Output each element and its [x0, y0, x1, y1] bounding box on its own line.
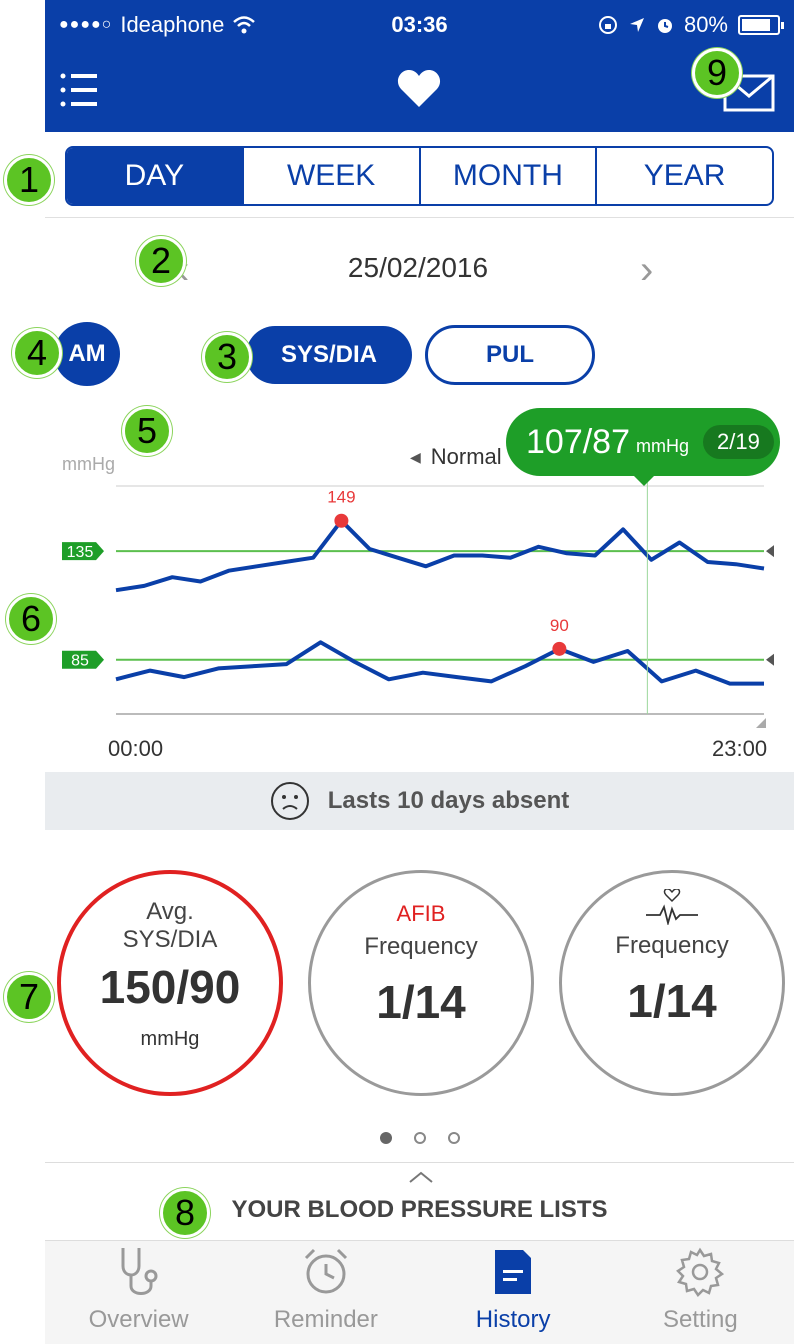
- tab-reminder[interactable]: Reminder: [232, 1241, 419, 1344]
- divider: [45, 1162, 794, 1163]
- tooltip-value: 107/87: [526, 422, 630, 461]
- tooltip-unit: mmHg: [636, 435, 689, 456]
- history-document-icon: [495, 1250, 532, 1294]
- tooltip-pointer: [632, 474, 656, 486]
- peak-label: 149: [327, 488, 355, 507]
- callout-badge-7: 7: [4, 972, 54, 1022]
- tab-overview-label: Overview: [88, 1306, 189, 1333]
- threshold-label: 135: [67, 544, 94, 561]
- frequency-label: Frequency: [615, 932, 729, 959]
- tooltip-index: 2/19: [703, 425, 774, 459]
- callout-badge-4: 4: [12, 328, 62, 378]
- location-icon: [629, 18, 644, 32]
- gear-icon: [676, 1247, 725, 1297]
- callout-badge-3: 3: [202, 332, 252, 382]
- sad-face-icon: [270, 782, 309, 820]
- pul-toggle[interactable]: PUL: [425, 325, 595, 385]
- nav-bar: [45, 52, 794, 132]
- next-date-button[interactable]: ›: [640, 248, 653, 293]
- status-bar: ●●●●○ Ideaphone 03:36 80%: [45, 0, 794, 52]
- afib-tag: AFIB: [396, 901, 446, 926]
- rotation-lock-icon: [598, 16, 617, 34]
- period-segmented-control: DAY WEEK MONTH YEAR: [65, 146, 774, 206]
- menu-icon[interactable]: [59, 72, 99, 108]
- callout-badge-1: 1: [4, 155, 54, 205]
- callout-badge-6: 6: [6, 594, 56, 644]
- afib-frequency-label: Frequency: [364, 933, 478, 960]
- threshold-marker-icon: [766, 545, 774, 558]
- tab-day[interactable]: DAY: [67, 148, 244, 204]
- x-start-label: 00:00: [108, 736, 164, 761]
- tab-setting-label: Setting: [663, 1306, 738, 1333]
- page-dot-active[interactable]: [380, 1132, 392, 1144]
- tab-overview[interactable]: Overview: [45, 1241, 232, 1344]
- page-dot[interactable]: [414, 1132, 426, 1144]
- chevron-up-icon[interactable]: [408, 1170, 434, 1184]
- page-dot[interactable]: [448, 1132, 460, 1144]
- x-end-label: 23:00: [712, 736, 768, 761]
- battery-icon: [738, 15, 784, 35]
- tab-history[interactable]: History: [420, 1241, 607, 1344]
- threshold-label: 85: [71, 653, 89, 670]
- callout-badge-5: 5: [122, 406, 172, 456]
- afib-frequency-card[interactable]: AFIB Frequency 1/14: [308, 870, 534, 1096]
- legend-label: Normal: [430, 444, 502, 469]
- stethoscope-icon: [121, 1248, 158, 1295]
- current-date: 25/02/2016: [347, 252, 489, 283]
- frequency-value: 1/14: [627, 975, 717, 1027]
- tab-year[interactable]: YEAR: [597, 148, 772, 204]
- tab-setting[interactable]: Setting: [607, 1241, 794, 1344]
- alarm-clock-icon: [304, 1248, 347, 1294]
- sys-dia-toggle[interactable]: SYS/DIA: [246, 326, 412, 384]
- alarm-icon: [657, 19, 672, 33]
- tab-reminder-label: Reminder: [273, 1306, 378, 1333]
- diastolic-series-line: [115, 640, 764, 686]
- peak-point[interactable]: [334, 513, 349, 528]
- normal-legend: ◀ Normal: [410, 444, 502, 470]
- afib-frequency-value: 1/14: [376, 976, 466, 1028]
- heartbeat-icon: [646, 888, 698, 927]
- am-toggle[interactable]: AM: [54, 322, 120, 386]
- legend-marker-icon: ◀: [410, 448, 421, 465]
- lists-title[interactable]: YOUR BLOOD PRESSURE LISTS: [45, 1196, 794, 1224]
- value-tooltip: 107/87 mmHg 2/19: [506, 408, 780, 476]
- period-bar: DAY WEEK MONTH YEAR: [45, 132, 794, 218]
- avg-label: Avg.: [146, 898, 194, 925]
- tab-month[interactable]: MONTH: [421, 148, 598, 204]
- page-indicator: [380, 1132, 460, 1144]
- threshold-marker-icon: [766, 653, 774, 666]
- avg-sys-dia-card[interactable]: Avg. SYS/DIA 150/90 mmHg: [57, 870, 283, 1096]
- systolic-series-line: [115, 518, 765, 593]
- avg-unit: mmHg: [140, 1028, 200, 1050]
- peak-point[interactable]: [552, 641, 567, 656]
- battery-percent: 80%: [683, 12, 728, 37]
- scroll-end-icon: [756, 718, 766, 728]
- absent-banner: Lasts 10 days absent: [45, 772, 794, 830]
- absent-message: Lasts 10 days absent: [327, 787, 570, 814]
- callout-badge-2: 2: [136, 236, 186, 286]
- callout-badge-9: 9: [692, 48, 742, 98]
- tab-history-label: History: [475, 1306, 551, 1333]
- avg-value: 150/90: [99, 961, 241, 1013]
- tab-week[interactable]: WEEK: [244, 148, 421, 204]
- bottom-tab-bar: Overview Reminder History Setting: [45, 1240, 794, 1344]
- irregular-heartbeat-card[interactable]: Frequency 1/14: [559, 870, 785, 1096]
- callout-badge-8: 8: [160, 1188, 210, 1238]
- bp-line-chart: 135 85 149 90: [62, 470, 774, 728]
- sys-dia-label: SYS/DIA: [122, 926, 218, 953]
- heart-logo-icon: [397, 70, 441, 107]
- peak-label: 90: [550, 616, 569, 635]
